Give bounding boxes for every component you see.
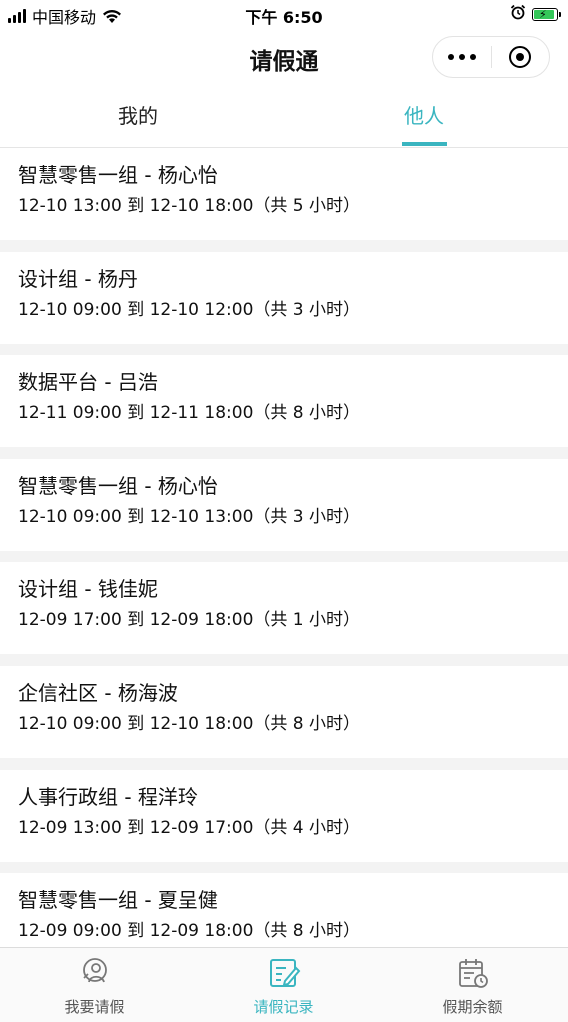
tabbar-label: 我要请假 (64, 998, 125, 1016)
list-item[interactable]: 设计组 - 钱佳妮 12-09 17:00 到 12-09 18:00（共 1 … (0, 562, 568, 655)
tab-active-indicator (402, 142, 447, 146)
list-item[interactable]: 智慧零售一组 - 杨心怡 12-10 13:00 到 12-10 18:00（共… (0, 148, 568, 240)
record-title: 人事行政组 - 程洋玲 (18, 784, 198, 809)
tabbar-request-leave[interactable]: 我要请假 (0, 948, 189, 1022)
list-item[interactable]: 设计组 - 杨丹 12-10 09:00 到 12-10 12:00（共 3 小… (0, 251, 568, 344)
record-title: 设计组 - 杨丹 (18, 266, 138, 291)
status-time: 下午 6:50 (245, 8, 323, 27)
status-bar: 中国移动 下午 6:50 ⚡ (0, 0, 568, 28)
tab-bar-top: 我的 他人 (0, 88, 568, 148)
list-item[interactable]: 人事行政组 - 程洋玲 12-09 13:00 到 12-09 17:00（共 … (0, 769, 568, 862)
record-title: 智慧零售一组 - 杨心怡 (18, 163, 218, 187)
tab-mine[interactable]: 我的 (78, 100, 198, 129)
tabbar-label: 请假记录 (253, 998, 314, 1016)
record-time: 12-09 17:00 到 12-09 18:00（共 1 小时） (18, 610, 361, 631)
alarm-icon (510, 4, 526, 24)
person-request-icon (82, 958, 107, 983)
record-title: 设计组 - 钱佳妮 (18, 577, 158, 602)
calendar-clock-icon (458, 959, 488, 988)
tabbar-leave-records[interactable]: 请假记录 (189, 948, 378, 1022)
record-title: 数据平台 - 吕浩 (18, 370, 158, 395)
nav-bar: 请假通 (0, 28, 568, 88)
close-target-icon (509, 46, 532, 68)
list-item[interactable]: 企信社区 - 杨海波 12-10 09:00 到 12-10 18:00（共 8… (0, 665, 568, 758)
edit-record-icon (269, 959, 300, 987)
battery-icon: ⚡ (532, 7, 561, 21)
record-title: 企信社区 - 杨海波 (18, 680, 178, 705)
record-time: 12-11 09:00 到 12-11 18:00（共 8 小时） (18, 403, 361, 424)
screen: 中国移动 下午 6:50 ⚡ 请假通 我的 他人 智慧零售一组 - 杨心怡 12… (0, 0, 568, 1022)
record-time: 12-10 09:00 到 12-10 12:00（共 3 小时） (18, 299, 361, 320)
record-time: 12-10 09:00 到 12-10 13:00（共 3 小时） (18, 506, 361, 527)
record-time: 12-10 13:00 到 12-10 18:00（共 5 小时） (18, 196, 361, 216)
close-miniprogram-button[interactable] (492, 46, 550, 68)
miniprogram-capsule (432, 36, 550, 78)
record-title: 智慧零售一组 - 夏呈健 (18, 888, 218, 913)
more-menu-button[interactable] (433, 54, 491, 60)
list-item[interactable]: 智慧零售一组 - 夏呈健 12-09 09:00 到 12-09 18:00（共… (0, 873, 568, 947)
record-time: 12-10 09:00 到 12-10 18:00（共 8 小时） (18, 713, 361, 734)
leave-record-list[interactable]: 智慧零售一组 - 杨心怡 12-10 13:00 到 12-10 18:00（共… (0, 148, 568, 947)
status-right: ⚡ (510, 4, 561, 24)
list-item[interactable]: 数据平台 - 吕浩 12-11 09:00 到 12-11 18:00（共 8 … (0, 355, 568, 448)
tabbar-label: 假期余额 (442, 998, 503, 1016)
bottom-tab-bar: 我要请假 请假记录 假期余额 (0, 947, 568, 1022)
record-time: 12-09 13:00 到 12-09 17:00（共 4 小时） (18, 817, 361, 838)
tab-others[interactable]: 他人 (364, 100, 484, 129)
record-title: 智慧零售一组 - 杨心怡 (18, 473, 218, 498)
tabbar-leave-balance[interactable]: 假期余额 (378, 948, 567, 1022)
list-item[interactable]: 智慧零售一组 - 杨心怡 12-10 09:00 到 12-10 13:00（共… (0, 458, 568, 551)
record-time: 12-09 09:00 到 12-09 18:00（共 8 小时） (18, 921, 361, 942)
